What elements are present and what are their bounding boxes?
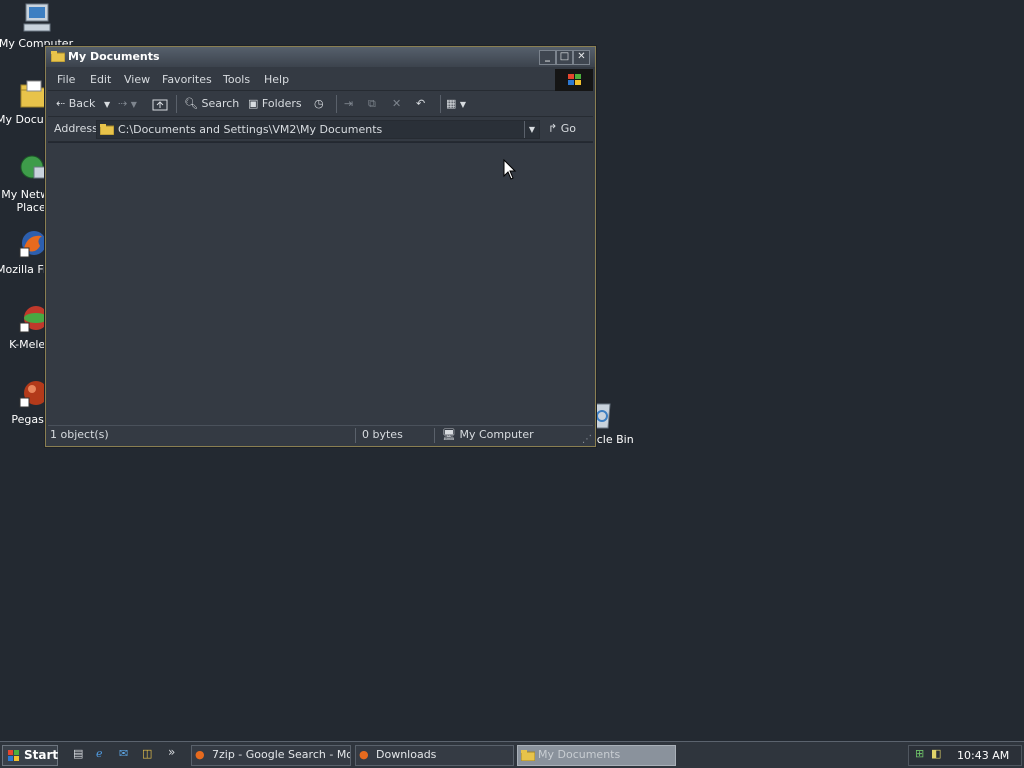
search-icon: 🔍︎	[184, 97, 198, 110]
address-field[interactable]: C:\Documents and Settings\VM2\My Documen…	[96, 120, 540, 139]
copy-to-button[interactable]: ⧉	[368, 97, 376, 111]
back-button[interactable]: ⇠ Back ▼	[56, 97, 110, 110]
go-button[interactable]: ↱ Go	[548, 122, 576, 135]
menu-favorites[interactable]: Favorites	[162, 73, 212, 86]
toolbar-separator	[336, 95, 337, 113]
task-label: Downloads	[376, 748, 437, 761]
minimize-button[interactable]: _	[539, 50, 556, 65]
maximize-button[interactable]: □	[556, 50, 573, 65]
menu-tools[interactable]: Tools	[223, 73, 250, 86]
toolbar-separator	[176, 95, 177, 113]
history-icon: ◷	[314, 97, 324, 110]
address-value: C:\Documents and Settings\VM2\My Documen…	[118, 123, 383, 136]
firefox-icon: ●	[195, 748, 205, 761]
explorer-shortcut-icon[interactable]: ◫	[142, 747, 158, 763]
taskbar-button-my-documents[interactable]: My Documents	[517, 745, 676, 766]
back-label: Back	[68, 97, 96, 110]
task-label: My Documents	[538, 748, 621, 761]
folders-button[interactable]: ▣ Folders	[248, 97, 302, 110]
back-arrow-icon: ⇠	[56, 97, 66, 110]
desktop-icon-my-computer[interactable]: My Computer	[0, 2, 74, 50]
go-arrow-icon: ↱	[548, 122, 558, 135]
menu-bar: File Edit View Favorites Tools Help	[48, 69, 593, 91]
status-zone-label: My Computer	[459, 428, 534, 441]
address-bar: Address C:\Documents and Settings\VM2\My…	[48, 117, 593, 142]
back-dropdown-icon[interactable]: ▼	[104, 100, 110, 109]
my-computer-icon: 🖥︎	[442, 428, 456, 441]
folder-icon	[520, 749, 536, 764]
move-to-button[interactable]: ⇥	[344, 97, 353, 110]
up-folder-button[interactable]	[152, 97, 168, 114]
search-label: Search	[201, 97, 240, 110]
quick-launch-chevron[interactable]: »	[168, 745, 175, 759]
windows-logo-icon	[7, 749, 21, 765]
my-computer-icon	[20, 2, 52, 34]
menu-edit[interactable]: Edit	[90, 73, 111, 86]
windows-logo-icon	[555, 69, 593, 91]
taskbar: Start ▤ ℯ ✉ ◫ » ● 7zip - Google Search -…	[0, 741, 1024, 768]
internet-explorer-icon[interactable]: ℯ	[96, 747, 112, 763]
address-dropdown-icon[interactable]: ▼	[524, 121, 539, 138]
status-object-count: 1 object(s)	[50, 428, 356, 443]
forward-button[interactable]: ⇢ ▼	[118, 97, 137, 110]
resize-grip-icon[interactable]: ⋰	[582, 434, 592, 445]
copy-to-icon: ⧉	[368, 97, 376, 110]
folder-icon	[50, 51, 66, 63]
system-tray: ⊞ ◧ 10:43 AM	[908, 745, 1022, 766]
undo-icon: ↶	[416, 97, 426, 110]
views-icon: ▦	[446, 97, 457, 110]
delete-button[interactable]: ✕	[392, 97, 401, 110]
explorer-window: My Documents _ □ ✕ File Edit View Favori…	[45, 46, 596, 447]
show-desktop-icon[interactable]: ▤	[73, 747, 89, 763]
folders-icon: ▣	[248, 97, 259, 110]
task-label: 7zip - Google Search - Mo...	[212, 748, 351, 761]
outlook-express-icon[interactable]: ✉	[119, 747, 135, 763]
views-button[interactable]: ▦ ▼	[446, 97, 466, 110]
views-dropdown-icon: ▼	[459, 100, 467, 109]
clock[interactable]: 10:43 AM	[957, 749, 1009, 762]
start-button[interactable]: Start	[2, 745, 58, 766]
menu-help[interactable]: Help	[264, 73, 289, 86]
toolbar-separator	[440, 95, 441, 113]
network-tray-icon[interactable]: ⊞	[915, 747, 924, 760]
menu-view[interactable]: View	[124, 73, 150, 86]
address-label: Address	[54, 122, 98, 135]
tray-app-icon[interactable]: ◧	[931, 747, 941, 760]
window-title: My Documents	[68, 50, 160, 63]
folder-icon	[99, 123, 115, 138]
firefox-icon: ●	[359, 748, 369, 761]
history-button[interactable]: ◷	[314, 97, 324, 110]
delete-icon: ✕	[392, 97, 402, 110]
window-titlebar[interactable]: My Documents _ □ ✕	[46, 47, 595, 67]
up-folder-icon	[152, 99, 168, 111]
folder-contents-pane[interactable]	[48, 142, 593, 424]
status-size: 0 bytes	[362, 428, 435, 443]
undo-button[interactable]: ↶	[416, 97, 425, 110]
search-button[interactable]: 🔍︎ Search	[184, 97, 239, 110]
status-bar: 1 object(s) 0 bytes 🖥︎ My Computer ⋰	[48, 425, 593, 445]
taskbar-button-downloads[interactable]: ● Downloads	[355, 745, 514, 766]
folders-label: Folders	[261, 97, 302, 110]
status-zone: 🖥︎ My Computer	[442, 428, 582, 443]
standard-toolbar: ⇠ Back ▼ ⇢ ▼ 🔍︎ Search ▣ Folders ◷ ⇥ ⧉ ✕	[48, 92, 593, 117]
start-label: Start	[24, 748, 59, 762]
taskbar-button-7zip-search[interactable]: ● 7zip - Google Search - Mo...	[191, 745, 351, 766]
go-label: Go	[560, 122, 576, 135]
move-to-icon: ⇥	[344, 97, 354, 110]
menu-file[interactable]: File	[57, 73, 75, 86]
mouse-cursor-icon	[503, 158, 517, 184]
close-button[interactable]: ✕	[573, 50, 590, 65]
